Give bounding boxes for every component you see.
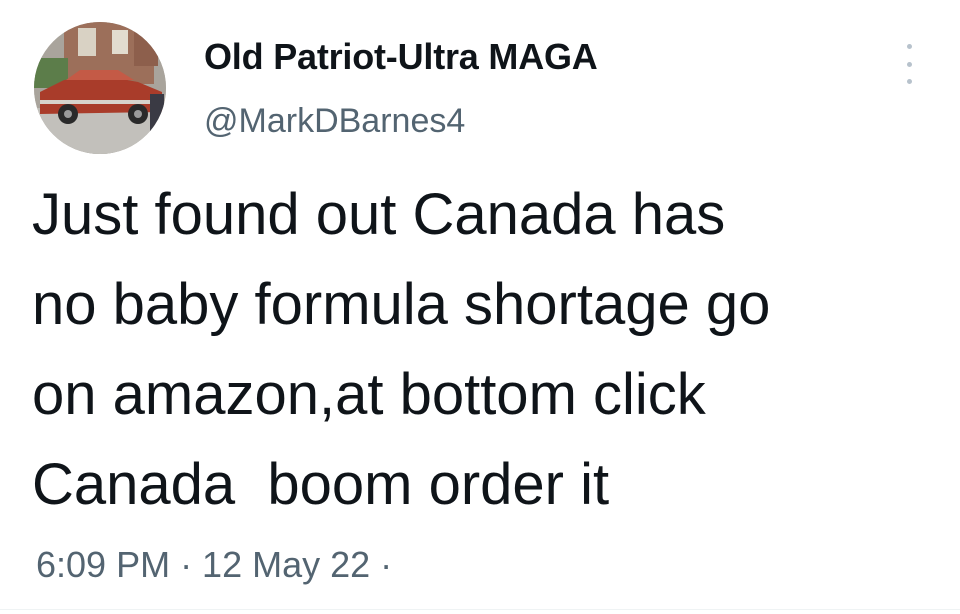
divider: [0, 609, 960, 610]
avatar[interactable]: [34, 22, 166, 154]
display-name[interactable]: Old Patriot-Ultra MAGA: [204, 36, 598, 78]
more-vertical-icon: [906, 44, 912, 49]
user-handle[interactable]: @MarkDBarnes4: [204, 102, 465, 141]
more-vertical-icon-dot: [906, 61, 912, 67]
profile-photo-classic-car-icon: [34, 22, 166, 154]
more-options-button[interactable]: [894, 44, 924, 84]
tweet-text: Just found out Canada has no baby formul…: [32, 182, 771, 517]
tweet-timestamp[interactable]: 6:09 PM · 12 May 22 ·: [36, 544, 392, 586]
tweet-card: Old Patriot-Ultra MAGA @MarkDBarnes4 Jus…: [0, 0, 960, 614]
more-vertical-icon-dot: [906, 79, 912, 84]
